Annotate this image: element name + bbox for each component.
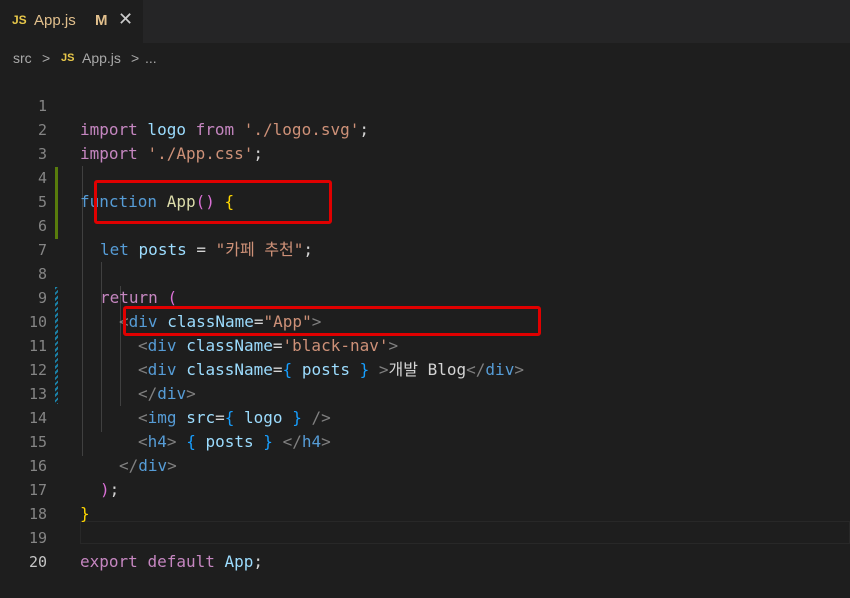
breadcrumb-file[interactable]: App.js [82, 50, 121, 66]
tab-app-js[interactable]: JS App.js M ✕ [0, 0, 143, 43]
breadcrumb: src > JS App.js > ... [0, 43, 850, 72]
highlight-box [94, 180, 332, 224]
code-line: 17 } [0, 454, 850, 523]
breadcrumb-folder[interactable]: src [13, 50, 32, 66]
js-file-icon: JS [12, 13, 27, 27]
code-editor[interactable]: 1 import logo from './logo.svg'; 2 impor… [0, 70, 850, 586]
code-line: 20 [0, 526, 850, 571]
chevron-right-icon: > [131, 50, 140, 66]
code-line: 14 <h4> { posts } </h4> [0, 382, 850, 451]
modified-badge: M [95, 12, 108, 29]
code-line: 18 [0, 478, 850, 523]
code-line: 2 import './App.css'; [0, 94, 850, 163]
chevron-right-icon: > [42, 50, 51, 66]
code-line: 9 <div className="App"> [0, 262, 850, 331]
code-line: 19 export default App; [0, 502, 850, 571]
highlight-box [123, 306, 541, 336]
line-number: 20 [28, 553, 47, 571]
breadcrumb-symbols[interactable]: ... [145, 50, 157, 66]
code-line: 1 import logo from './logo.svg'; [0, 70, 850, 139]
close-icon[interactable]: ✕ [118, 9, 133, 30]
code-line: 15 </div> [0, 406, 850, 475]
tab-bar: JS App.js M ✕ [0, 0, 850, 43]
code-line: 8 return ( [0, 238, 850, 307]
tab-filename: App.js [34, 12, 76, 29]
code-line: 12 </div> [0, 334, 850, 403]
code-line: 16 ); [0, 430, 850, 499]
code-line: 4 function App() { [0, 142, 850, 211]
js-file-icon: JS [61, 52, 75, 64]
code-line: 3 [0, 118, 850, 163]
code-line: 13 <img src={ logo } /> [0, 358, 850, 427]
